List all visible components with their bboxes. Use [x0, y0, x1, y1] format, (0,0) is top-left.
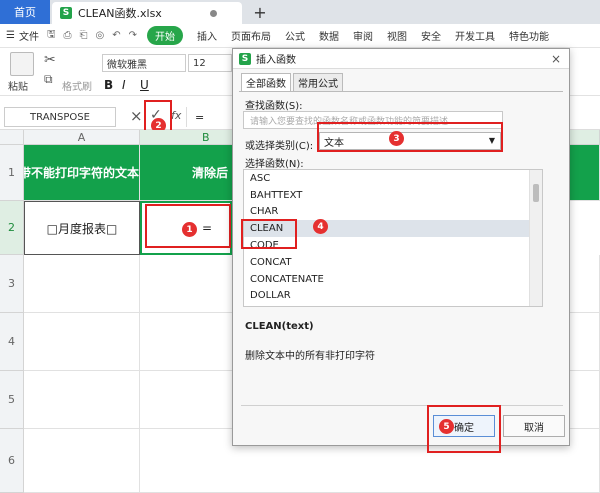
font-name-select[interactable]: 微软雅黑	[102, 54, 186, 72]
tab-workbook-label: CLEAN函数.xlsx	[78, 7, 162, 20]
row-header-5[interactable]: 5	[0, 371, 24, 429]
row-header-3[interactable]: 3	[0, 255, 24, 313]
menu-developer[interactable]: 开发工具	[455, 28, 495, 43]
scrollbar-thumb[interactable]	[533, 184, 539, 202]
insert-function-dialog: S 插入函数 × 全部函数 常用公式 查找函数(S): 请输入您要查找的函数名称…	[232, 48, 570, 453]
function-description: 删除文本中的所有非打印字符	[245, 351, 375, 362]
menu-start[interactable]: 开始	[147, 26, 184, 45]
spreadsheet-icon: S	[60, 7, 72, 19]
function-list-label: 选择函数(N):	[245, 159, 304, 170]
paste-button[interactable]: 粘贴	[8, 78, 28, 93]
search-label: 查找函数(S):	[245, 101, 303, 112]
font-size-select[interactable]: 12	[188, 54, 232, 72]
hamburger-icon[interactable]: ☰	[6, 30, 15, 41]
cell-a1[interactable]: 带不能打印字符的文本	[24, 145, 140, 201]
bold-icon[interactable]: B	[104, 78, 113, 92]
undo-icon[interactable]: ↶	[112, 30, 120, 41]
dialog-title-bar[interactable]: S 插入函数	[233, 49, 569, 69]
annotation-badge-1: 1	[182, 222, 197, 237]
cancel-button[interactable]: 取消	[503, 415, 565, 437]
row-header-1[interactable]: 1	[0, 145, 24, 201]
function-list-scrollbar[interactable]	[529, 170, 542, 306]
print-icon[interactable]: ⎗	[80, 30, 88, 41]
preview-icon[interactable]: ◎	[96, 30, 105, 41]
dialog-divider	[241, 405, 563, 406]
list-item[interactable]: CHAR	[244, 204, 542, 221]
dialog-title: 插入函数	[256, 55, 296, 66]
annotation-box-3	[317, 122, 503, 152]
annotation-box-5	[427, 405, 501, 453]
export-icon[interactable]: ⎙	[64, 30, 72, 41]
name-box[interactable]: TRANSPOSE	[4, 107, 116, 127]
function-signature: CLEAN(text)	[245, 321, 314, 332]
tab-all-functions[interactable]: 全部函数	[241, 73, 291, 92]
tab-home[interactable]: 首页	[0, 0, 50, 24]
menu-security[interactable]: 安全	[421, 28, 441, 43]
select-all-corner[interactable]	[0, 130, 24, 145]
menu-special[interactable]: 特色功能	[509, 28, 549, 43]
row-header-2[interactable]: 2	[0, 201, 24, 255]
list-item[interactable]: BAHTTEXT	[244, 187, 542, 204]
annotation-box-4	[241, 219, 297, 249]
underline-icon[interactable]: U	[140, 78, 149, 92]
cut-icon[interactable]: ✂	[44, 52, 56, 68]
tab-workbook[interactable]: S CLEAN函数.xlsx	[52, 2, 242, 24]
list-item[interactable]: CONCAT	[244, 254, 542, 271]
row-header-6[interactable]: 6	[0, 429, 24, 493]
menu-view[interactable]: 视图	[387, 28, 407, 43]
new-tab-button[interactable]: +	[250, 2, 270, 22]
tab-bar: 首页 S CLEAN函数.xlsx +	[0, 0, 600, 24]
close-icon[interactable]: ×	[551, 52, 561, 66]
app-icon: S	[239, 52, 251, 65]
menu-insert[interactable]: 插入	[197, 28, 217, 43]
category-label: 或选择类别(C):	[245, 141, 314, 152]
list-item[interactable]: CONCATENATE	[244, 271, 542, 288]
tab-divider	[239, 91, 563, 92]
menu-formulas[interactable]: 公式	[285, 28, 305, 43]
list-item[interactable]: DOLLAR	[244, 288, 542, 305]
column-divider	[139, 255, 140, 493]
list-item[interactable]: ASC	[244, 170, 542, 187]
cell-a2[interactable]: □月度报表□	[24, 201, 140, 255]
annotation-badge-5: 5	[439, 419, 454, 434]
menu-data[interactable]: 数据	[319, 28, 339, 43]
annotation-badge-4: 4	[313, 219, 328, 234]
menu-page-layout[interactable]: 页面布局	[231, 28, 271, 43]
menu-review[interactable]: 审阅	[353, 28, 373, 43]
copy-icon[interactable]: ⧉	[44, 72, 53, 87]
italic-icon[interactable]: I	[122, 78, 126, 92]
annotation-badge-3: 3	[389, 131, 404, 146]
unsaved-dot-icon[interactable]	[209, 9, 217, 17]
format-painter-button[interactable]: 格式刷	[62, 78, 92, 93]
tab-common-formulas[interactable]: 常用公式	[293, 73, 343, 92]
column-header-a[interactable]: A	[24, 130, 140, 145]
redo-icon[interactable]: ↷	[129, 30, 137, 41]
fx-icon[interactable]: fx	[171, 109, 181, 122]
menu-file[interactable]: 文件	[19, 28, 39, 43]
paste-icon[interactable]	[10, 52, 34, 76]
cancel-formula-icon[interactable]: ×	[130, 107, 143, 125]
save-icon[interactable]: 🖫	[47, 27, 56, 44]
menu-bar: ☰ 文件 🖫 ⎙ ⎗ ◎ ↶ ↷ 开始 插入 页面布局 公式 数据 审阅 视图 …	[0, 24, 600, 48]
row-header-4[interactable]: 4	[0, 313, 24, 371]
